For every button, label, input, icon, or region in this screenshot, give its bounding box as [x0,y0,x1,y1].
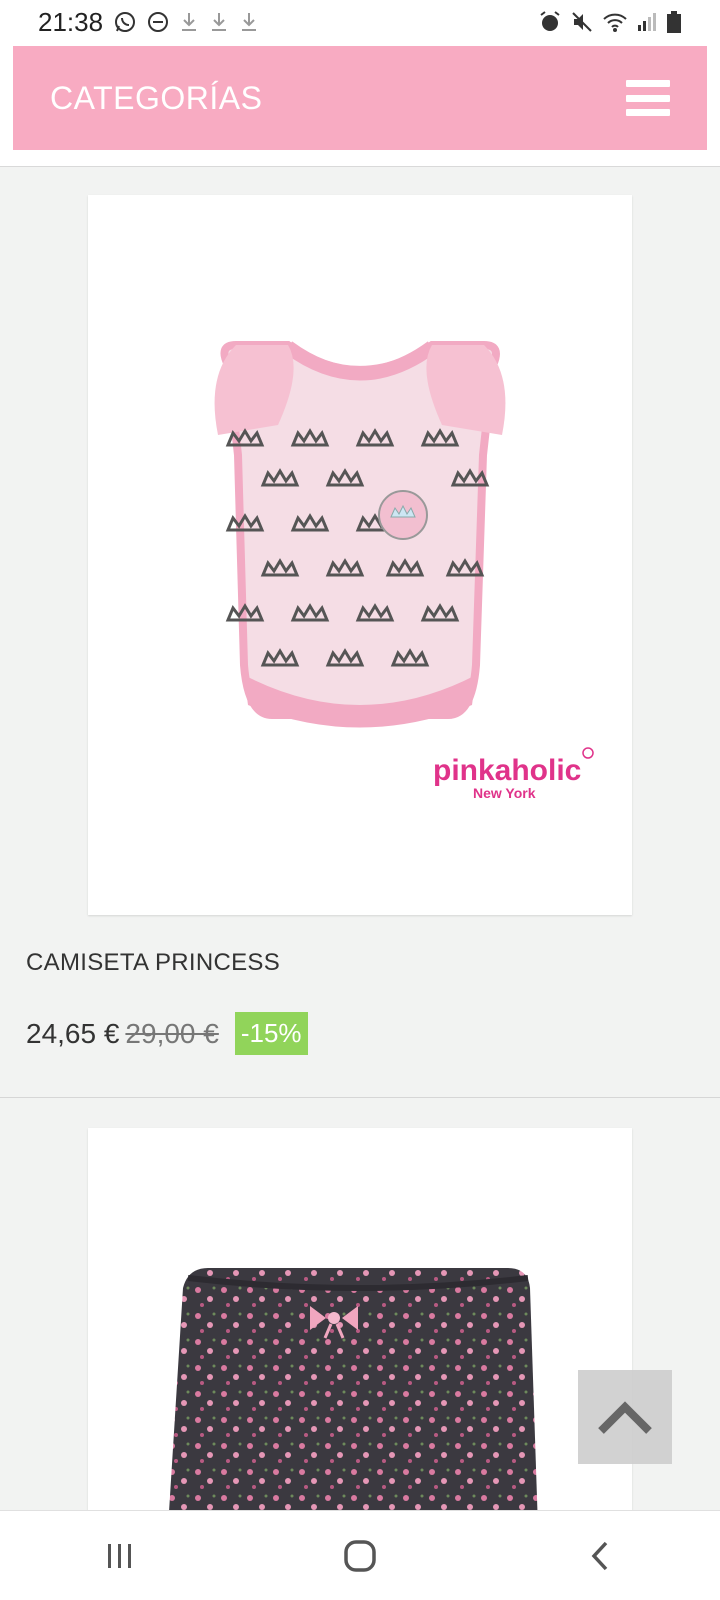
category-header: CATEGORÍAS [13,46,707,150]
tshirt-image: pinkaholic New York [214,341,594,801]
chevron-up-icon [598,1401,652,1434]
download-icon [179,11,199,33]
product-card: pinkaholic New York CAMISETA PRINCESS 24… [0,167,720,1098]
recents-icon [108,1543,131,1568]
header-wrapper: CATEGORÍAS [0,44,720,166]
scroll-to-top-button[interactable] [578,1370,672,1464]
battery-icon [666,10,682,34]
status-time: 21:38 [38,6,104,37]
whatsapp-icon [113,10,137,34]
back-button[interactable] [560,1526,640,1586]
price-row: 24,65 € 29,00 € -15% [26,1012,308,1055]
product-image[interactable]: pinkaholic New York [88,195,632,915]
back-icon [591,1541,608,1570]
alarm-icon [538,10,562,34]
signal-icon [636,11,658,33]
hamburger-menu-icon[interactable] [626,80,670,116]
wifi-icon [602,11,628,33]
old-price: 29,00 € [125,1017,219,1049]
product-name[interactable]: CAMISETA PRINCESS [26,949,280,977]
discount-badge: -15% [234,1012,308,1055]
recents-button[interactable] [80,1526,160,1586]
download-icon [209,11,229,33]
home-icon [344,1539,376,1572]
status-bar: 21:38 [0,0,720,44]
android-nav-bar [0,1510,720,1600]
product-image[interactable] [88,1128,632,1528]
home-button[interactable] [320,1526,400,1586]
brand-logo: pinkaholic [433,754,581,787]
mute-icon [570,10,594,34]
header-title[interactable]: CATEGORÍAS [50,80,262,117]
dnd-icon [147,11,169,33]
shorts-image [168,1268,538,1528]
download-icon [239,11,259,33]
current-price: 24,65 € [26,1017,120,1049]
brand-logo-sub: New York [473,785,536,801]
